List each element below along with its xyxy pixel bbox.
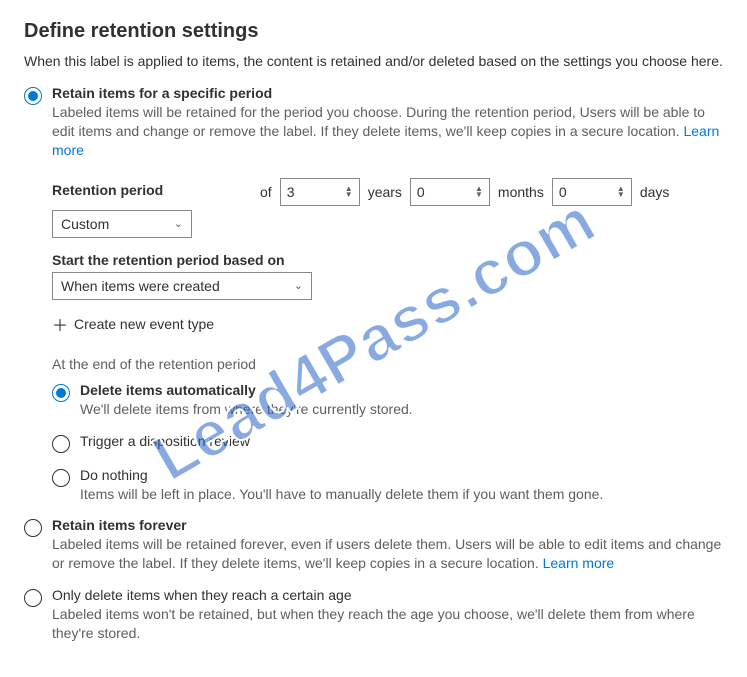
retain-forever-label: Retain items forever — [52, 517, 723, 533]
radio-retain-forever[interactable] — [24, 519, 42, 537]
page-subtitle: When this label is applied to items, the… — [24, 53, 723, 69]
spinner-arrows-icon[interactable]: ▲▼ — [617, 186, 625, 198]
days-unit: days — [640, 184, 670, 200]
radio-delete-auto[interactable] — [52, 384, 70, 402]
radio-do-nothing[interactable] — [52, 469, 70, 487]
retention-period-label: Retention period — [52, 182, 252, 198]
spinner-arrows-icon[interactable]: ▲▼ — [475, 186, 483, 198]
based-on-label: Start the retention period based on — [52, 252, 723, 268]
radio-disposition[interactable] — [52, 435, 70, 453]
delete-auto-desc: We'll delete items from where they're cu… — [80, 400, 723, 419]
based-on-select[interactable]: When items were created ⌄ — [52, 272, 312, 300]
retain-specific-label: Retain items for a specific period — [52, 85, 723, 101]
months-input[interactable]: 0 ▲▼ — [410, 178, 490, 206]
chevron-down-icon: ⌄ — [174, 217, 183, 230]
months-unit: months — [498, 184, 544, 200]
radio-retain-specific[interactable] — [24, 87, 42, 105]
do-nothing-desc: Items will be left in place. You'll have… — [80, 485, 723, 504]
only-delete-desc: Labeled items won't be retained, but whe… — [52, 605, 723, 643]
chevron-down-icon: ⌄ — [294, 279, 303, 292]
retain-forever-desc: Labeled items will be retained forever, … — [52, 535, 723, 573]
do-nothing-label: Do nothing — [80, 467, 723, 483]
disposition-label: Trigger a disposition review — [80, 433, 723, 449]
radio-only-delete[interactable] — [24, 589, 42, 607]
retain-specific-desc: Labeled items will be retained for the p… — [52, 103, 723, 160]
learn-more-link[interactable]: Learn more — [543, 555, 615, 571]
only-delete-label: Only delete items when they reach a cert… — [52, 587, 723, 603]
years-unit: years — [368, 184, 402, 200]
spinner-arrows-icon[interactable]: ▲▼ — [345, 186, 353, 198]
end-period-heading: At the end of the retention period — [52, 356, 723, 372]
delete-auto-label: Delete items automatically — [80, 382, 723, 398]
of-text: of — [260, 184, 272, 200]
retention-period-select[interactable]: Custom ⌄ — [52, 210, 192, 238]
page-title: Define retention settings — [24, 20, 723, 43]
plus-icon: ＋ — [52, 312, 68, 336]
years-input[interactable]: 3 ▲▼ — [280, 178, 360, 206]
days-input[interactable]: 0 ▲▼ — [552, 178, 632, 206]
create-event-type-link[interactable]: ＋ Create new event type — [52, 312, 723, 336]
